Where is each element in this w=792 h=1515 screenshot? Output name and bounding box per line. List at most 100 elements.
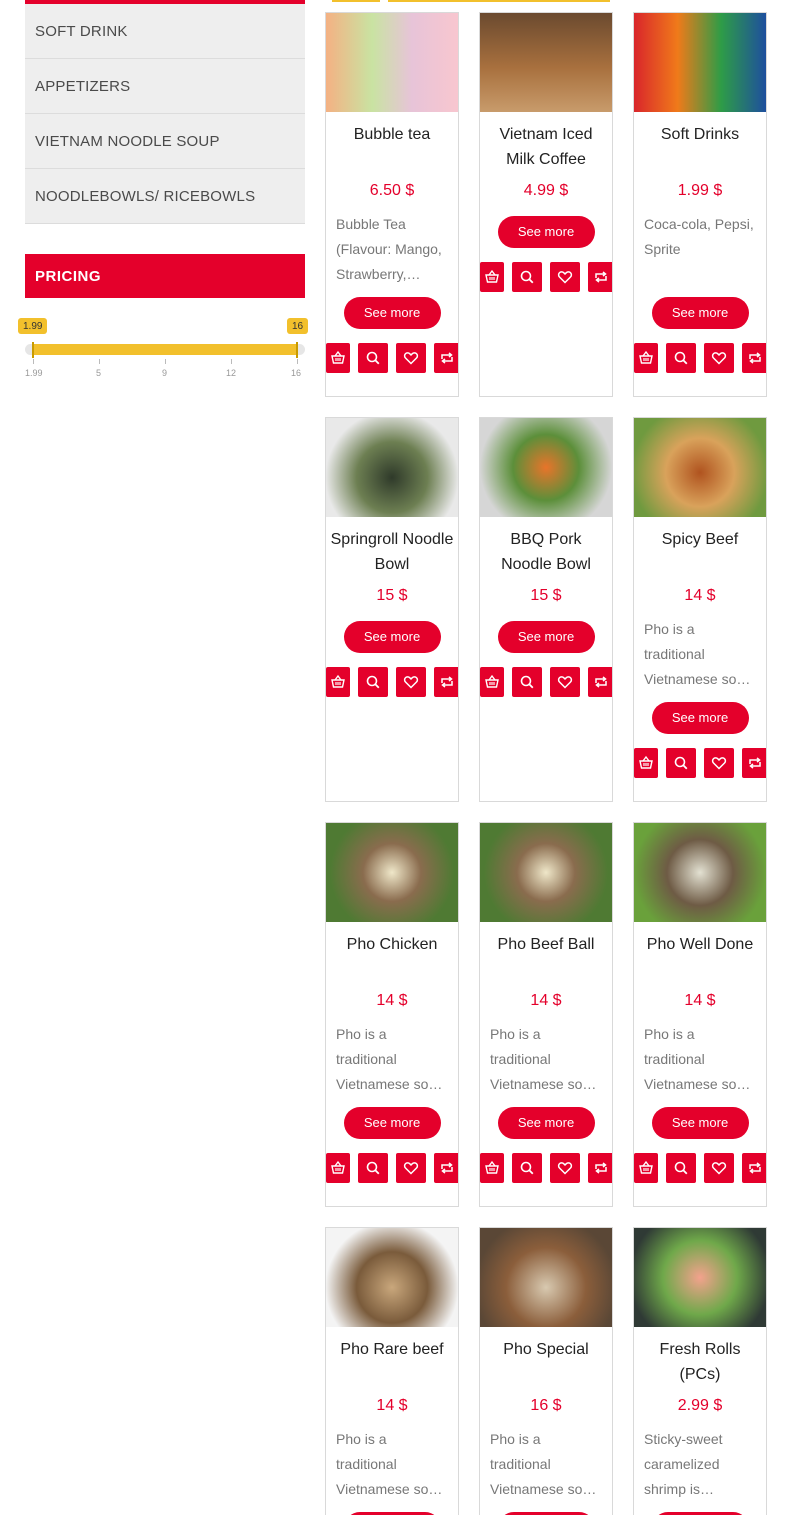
add-to-cart-button[interactable] [480,1153,504,1183]
product-name[interactable]: Pho Well Done [634,932,766,982]
compare-button[interactable] [742,343,766,373]
product-image[interactable] [480,1228,612,1327]
search-icon [674,756,688,770]
wishlist-button[interactable] [396,343,426,373]
product-price: 2.99 $ [677,1397,723,1414]
product-price: 15 $ [530,587,562,604]
product-price: 15 $ [376,587,408,604]
wishlist-button[interactable] [704,1153,734,1183]
product-name[interactable]: Bubble tea [326,122,458,172]
wishlist-button[interactable] [704,343,734,373]
product-name[interactable]: Vietnam Iced Milk Coffee [480,122,612,172]
compare-button[interactable] [434,1153,458,1183]
compare-icon [595,676,607,688]
see-more-button[interactable]: See more [651,702,749,734]
product-image[interactable] [634,13,766,112]
add-to-cart-button[interactable] [326,343,350,373]
heart-icon [557,271,573,284]
product-image[interactable] [634,1228,766,1327]
price-range-slider[interactable]: 1.99 16 1.99 5 9 12 16 [18,318,309,388]
product-name[interactable]: Spicy Beef [634,527,766,577]
add-to-cart-button[interactable] [326,1153,350,1183]
see-more-button[interactable]: See more [343,297,441,329]
quick-view-button[interactable] [358,1153,388,1183]
quick-view-button[interactable] [512,667,542,697]
quick-view-button[interactable] [512,262,542,292]
product-actions [326,1153,458,1183]
category-vietnam-noodle-soup[interactable]: VIETNAM NOODLE SOUP [25,114,305,169]
add-to-cart-button[interactable] [480,262,504,292]
compare-button[interactable] [588,1153,612,1183]
product-card: Pho Rare beef 14 $ Pho is a traditional … [325,1227,459,1515]
wishlist-button[interactable] [550,667,580,697]
quick-view-button[interactable] [666,343,696,373]
quick-view-button[interactable] [358,667,388,697]
basket-icon [639,1160,653,1174]
product-name[interactable]: Pho Chicken [326,932,458,982]
see-more-button[interactable]: See more [497,216,595,248]
slider-handle-max[interactable] [296,342,298,358]
product-image[interactable] [326,823,458,922]
compare-button[interactable] [434,667,458,697]
category-soft-drink[interactable]: SOFT DRINK [25,4,305,59]
compare-icon [749,352,761,364]
product-image[interactable] [634,418,766,517]
product-name[interactable]: Springroll Noodle Bowl [326,527,458,577]
wishlist-button[interactable] [396,667,426,697]
product-price: 14 $ [376,992,408,1009]
quick-view-button[interactable] [666,1153,696,1183]
compare-icon [441,1162,453,1174]
tick-label: 16 [291,368,302,378]
wishlist-button[interactable] [396,1153,426,1183]
product-description: Pho is a traditional Vietnamese so… [490,1431,597,1497]
product-name[interactable]: BBQ Pork Noodle Bowl [480,527,612,577]
product-name[interactable]: Soft Drinks [634,122,766,172]
category-noodlebowls-ricebowls[interactable]: NOODLEBOWLS/ RICEBOWLS [25,169,305,224]
see-more-button[interactable]: See more [651,297,749,329]
category-appetizers[interactable]: APPETIZERS [25,59,305,114]
see-more-button[interactable]: See more [343,621,441,653]
quick-view-button[interactable] [358,343,388,373]
product-name[interactable]: Pho Beef Ball [480,932,612,982]
add-to-cart-button[interactable] [634,1153,658,1183]
wishlist-button[interactable] [704,748,734,778]
quick-view-button[interactable] [666,748,696,778]
product-price: 14 $ [684,587,716,604]
wishlist-button[interactable] [550,262,580,292]
product-image[interactable] [480,418,612,517]
add-to-cart-button[interactable] [634,748,658,778]
tick-mark [33,359,34,364]
tick-label: 5 [96,368,102,378]
quick-view-button[interactable] [512,1153,542,1183]
compare-button[interactable] [742,748,766,778]
add-to-cart-button[interactable] [480,667,504,697]
product-image[interactable] [480,823,612,922]
add-to-cart-button[interactable] [326,667,350,697]
heart-icon [711,757,727,770]
compare-button[interactable] [742,1153,766,1183]
product-card: Pho Chicken 14 $ Pho is a traditional Vi… [325,822,459,1207]
compare-button[interactable] [434,343,458,373]
basket-icon [485,269,499,283]
wishlist-button[interactable] [550,1153,580,1183]
product-image[interactable] [480,13,612,112]
product-actions [634,1153,766,1183]
see-more-button[interactable]: See more [651,1107,749,1139]
see-more-button[interactable]: See more [343,1107,441,1139]
see-more-button[interactable]: See more [497,1107,595,1139]
product-card: Bubble tea 6.50 $ Bubble Tea (Flavour: M… [325,12,459,397]
slider-handle-min[interactable] [32,342,34,358]
compare-button[interactable] [588,262,612,292]
add-to-cart-button[interactable] [634,343,658,373]
compare-button[interactable] [588,667,612,697]
compare-icon [441,676,453,688]
product-image[interactable] [326,1228,458,1327]
product-image[interactable] [634,823,766,922]
product-image[interactable] [326,418,458,517]
product-card: BBQ Pork Noodle Bowl 15 $ See more [479,417,613,802]
see-more-button[interactable]: See more [497,621,595,653]
product-name[interactable]: Pho Rare beef [326,1337,458,1387]
product-name[interactable]: Pho Special [480,1337,612,1387]
product-name[interactable]: Fresh Rolls (PCs) [634,1337,766,1387]
product-image[interactable] [326,13,458,112]
